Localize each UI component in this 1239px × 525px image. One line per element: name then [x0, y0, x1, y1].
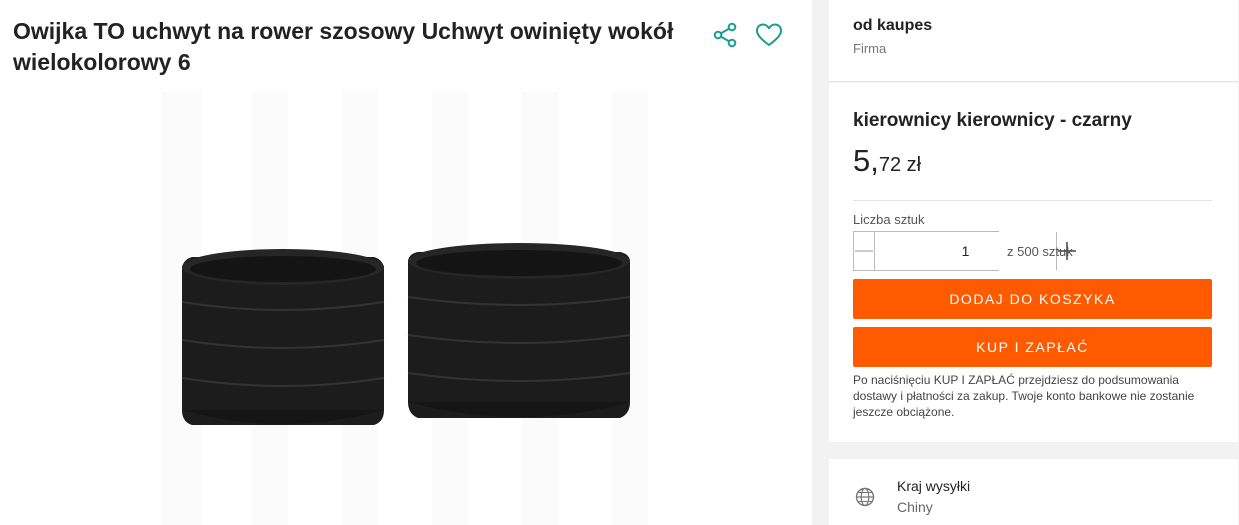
product-panel: Owijka TO uchwyt na rower szosowy Uchwyt…	[0, 0, 812, 525]
minus-icon	[855, 250, 873, 252]
divider	[853, 200, 1212, 201]
favorite-button[interactable]	[754, 20, 784, 50]
shipping-country-label: Kraj wysyłki	[897, 478, 971, 494]
seller-type: Firma	[853, 41, 887, 56]
stock-count: z 500 sztuk	[1007, 244, 1073, 259]
variant-title: kierownicy kierownicy - czarny	[853, 110, 1132, 131]
grip-ring-left	[181, 249, 385, 425]
buy-now-button[interactable]: KUP I ZAPŁAĆ	[853, 327, 1212, 367]
price: 5,72 zł	[853, 143, 921, 179]
globe-icon	[855, 487, 875, 507]
product-title: Owijka TO uchwyt na rower szosowy Uchwyt…	[13, 18, 674, 75]
purchase-panel: kierownicy kierownicy - czarny 5,72 zł L…	[829, 83, 1238, 442]
quantity-stepper	[853, 231, 1076, 271]
add-to-cart-button[interactable]: DODAJ DO KOSZYKA	[853, 279, 1212, 319]
price-integer: 5,	[853, 143, 879, 178]
share-button[interactable]	[710, 20, 740, 50]
heart-icon	[756, 23, 782, 46]
seller-name[interactable]: od kaupes	[853, 17, 932, 35]
quantity-label: Liczba sztuk	[853, 212, 925, 227]
grip-ring-right	[407, 243, 631, 418]
price-decimal: 72 zł	[878, 154, 922, 176]
decrease-quantity-button[interactable]	[854, 232, 875, 270]
shipping-country-value: Chiny	[897, 499, 933, 515]
seller-section: od kaupes Firma	[829, 0, 1238, 82]
purchase-note: Po naciśnięciu KUP I ZAPŁAĆ przejdziesz …	[853, 373, 1195, 419]
shipping-section: Kraj wysyłki Chiny	[829, 459, 1238, 525]
share-icon	[713, 22, 737, 48]
product-image	[142, 92, 668, 525]
